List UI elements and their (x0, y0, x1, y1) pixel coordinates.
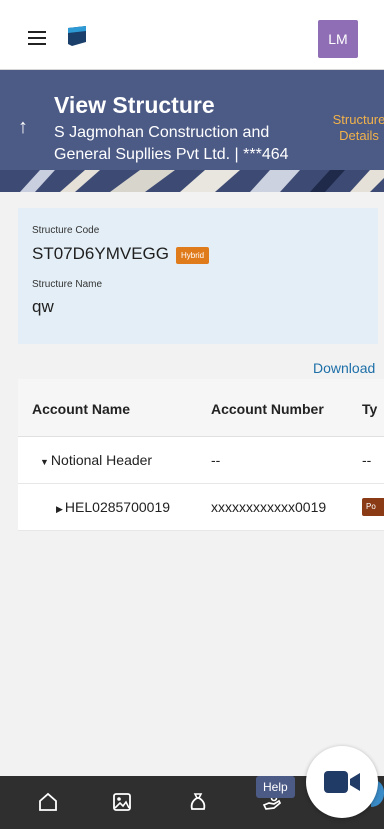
table-row[interactable]: ▶ HEL0285700019 xxxxxxxxxxxx0019 Po (18, 484, 384, 531)
video-call-button[interactable] (306, 746, 378, 818)
structure-details-link[interactable]: Structure Details (324, 112, 384, 144)
structure-name-value: qw (32, 297, 54, 316)
structure-code-label: Structure Code (32, 225, 100, 236)
home-icon[interactable] (36, 790, 60, 814)
video-camera-icon (324, 771, 360, 793)
bag-icon[interactable] (186, 790, 210, 814)
column-header-account-number: Account Number (211, 401, 324, 417)
table-row[interactable]: ▼ Notional Header -- -- (18, 437, 384, 484)
avatar[interactable]: LM (318, 20, 358, 58)
banner-decoration (0, 170, 384, 192)
help-tooltip[interactable]: Help (256, 776, 295, 798)
structure-code-value: ST07D6YMVEGG (32, 244, 169, 263)
back-arrow-icon[interactable]: ↑ (18, 116, 28, 139)
download-link[interactable]: Download (313, 360, 375, 376)
table-header: Account Name Account Number Ty (18, 379, 384, 437)
accounts-table: Account Name Account Number Ty ▼ Notional… (18, 379, 384, 531)
caret-down-icon[interactable]: ▼ (40, 457, 49, 467)
top-bar: LM (0, 0, 384, 70)
row-name: Notional Header (50, 452, 153, 468)
caret-right-icon[interactable]: ▶ (56, 504, 63, 514)
structure-details-link-line1: Structure (332, 112, 384, 127)
structure-details-link-line2: Details (339, 128, 379, 143)
page-banner: ↑ View Structure S Jagmohan Construction… (0, 70, 384, 192)
structure-card: Structure Code ST07D6YMVEGG Hybrid Struc… (18, 208, 378, 344)
party-name: S Jagmohan Construction and General Supl… (54, 124, 289, 163)
row-name-cell: ▶ HEL0285700019 (56, 499, 170, 515)
row-type: -- (362, 452, 372, 468)
bank-logo (68, 26, 86, 46)
menu-icon[interactable] (28, 31, 46, 45)
hybrid-badge: Hybrid (176, 247, 210, 264)
column-header-account-name: Account Name (32, 401, 131, 417)
row-name-cell: ▼ Notional Header (40, 452, 152, 468)
image-icon[interactable] (110, 790, 134, 814)
page-title: View Structure (54, 92, 215, 118)
row-number: xxxxxxxxxxxx0019 (211, 499, 327, 515)
structure-name-label: Structure Name (32, 279, 103, 290)
column-header-type: Ty (362, 401, 378, 417)
row-number: -- (211, 452, 221, 468)
row-type-badge: Po (362, 498, 384, 516)
row-name: HEL0285700019 (64, 499, 171, 515)
